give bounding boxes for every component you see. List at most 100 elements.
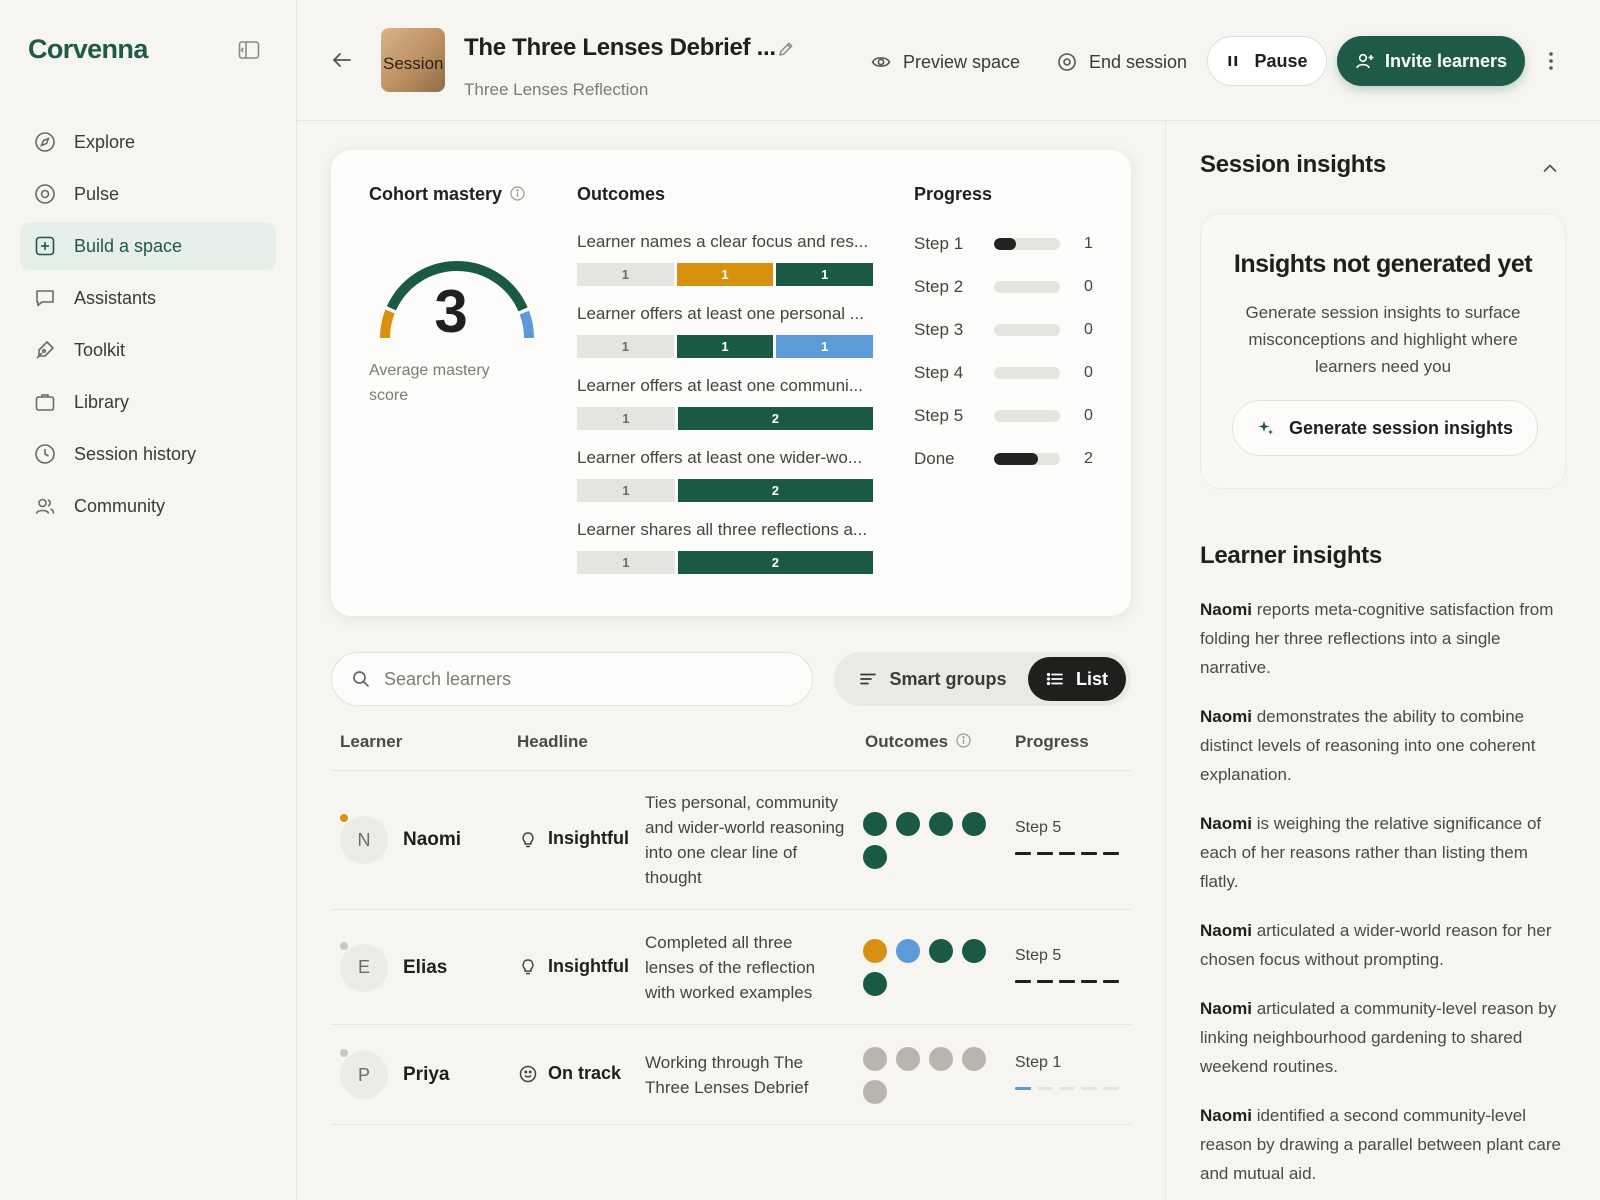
- learner-insights-title: Learner insights: [1200, 542, 1382, 569]
- info-icon[interactable]: [510, 186, 525, 201]
- progress-heading: Progress: [914, 184, 993, 204]
- sidebar-item-toolkit[interactable]: Toolkit: [20, 326, 276, 374]
- mastery-score-value: 3: [434, 278, 468, 345]
- outcome-dot: [896, 811, 920, 836]
- sidebar-item-session-history[interactable]: Session history: [20, 430, 276, 478]
- smart-groups-label: Smart groups: [889, 668, 1007, 689]
- search-input[interactable]: [384, 668, 764, 690]
- cohort-summary-card: Cohort mastery 3 Average mastery score O…: [331, 150, 1131, 616]
- outcome-bar[interactable]: 111: [577, 263, 874, 286]
- progress-step-count: 1: [1084, 235, 1093, 252]
- learner-insight-text: articulated a wider-world reason for her…: [1200, 921, 1552, 969]
- headline-badge: Insightful: [518, 828, 629, 849]
- step-dash: [1015, 979, 1031, 983]
- pause-button[interactable]: Pause: [1207, 36, 1327, 86]
- outcome-dot: [863, 939, 887, 963]
- avatar[interactable]: P: [340, 1051, 388, 1099]
- learner-insight-name[interactable]: Naomi: [1200, 814, 1252, 833]
- avatar[interactable]: E: [340, 943, 388, 992]
- pause-icon: [1226, 54, 1240, 68]
- outcome-dots: [863, 939, 993, 996]
- progress-track: [994, 367, 1060, 379]
- outcome-dot: [863, 1079, 887, 1104]
- learner-insight-name[interactable]: Naomi: [1200, 600, 1252, 619]
- back-arrow-icon[interactable]: [331, 50, 353, 70]
- chevron-up-icon[interactable]: [1541, 159, 1559, 177]
- invite-learners-label: Invite learners: [1384, 50, 1508, 71]
- list-view-button[interactable]: List: [1028, 657, 1126, 701]
- sidebar-item-label: Session history: [74, 443, 197, 464]
- sidebar-item-library[interactable]: Library: [20, 378, 276, 426]
- learner-insight-name[interactable]: Naomi: [1200, 707, 1252, 726]
- outcome-dot: [896, 939, 920, 963]
- learner-insight-item: Naomi reports meta-cognitive satisfactio…: [1200, 595, 1570, 682]
- avatar[interactable]: N: [340, 816, 388, 864]
- learner-insight-text: is weighing the relative significance of…: [1200, 814, 1542, 891]
- preview-space-label: Preview space: [903, 51, 1021, 72]
- sidebar-item-label: Assistants: [74, 287, 157, 308]
- sidebar-item-pulse[interactable]: Pulse: [20, 170, 276, 218]
- step-progress-dashes: [1015, 852, 1119, 855]
- outcome-dot: [962, 939, 986, 963]
- status-dot: [340, 814, 348, 822]
- learner-name[interactable]: Elias: [403, 957, 447, 979]
- column-header-learner[interactable]: Learner: [340, 732, 402, 752]
- generate-insights-button[interactable]: Generate session insights: [1232, 400, 1538, 456]
- headline-badge-label: On track: [548, 1063, 622, 1083]
- cohort-mastery-heading: Cohort mastery: [369, 184, 525, 205]
- table-row[interactable]: N Naomi Insightful Ties personal, community…: [331, 770, 1131, 910]
- column-header-progress[interactable]: Progress: [1015, 732, 1089, 752]
- more-options-icon[interactable]: [1541, 50, 1561, 72]
- learner-insight-text: identified a second community-level reas…: [1200, 1106, 1562, 1183]
- outcome-label: Learner shares all three reflections a..…: [577, 520, 868, 539]
- column-header-headline[interactable]: Headline: [517, 732, 588, 752]
- learner-name[interactable]: Naomi: [403, 829, 461, 851]
- column-header-outcomes[interactable]: Outcomes: [865, 732, 971, 752]
- sidebar-item-explore[interactable]: Explore: [20, 118, 276, 166]
- smart-groups-button[interactable]: Smart groups: [848, 657, 1018, 701]
- outcome-item: Learner offers at least one wider-wo... 1…: [577, 448, 873, 502]
- info-icon[interactable]: [956, 733, 971, 748]
- table-row[interactable]: E Elias Insightful Completed all three lens…: [331, 910, 1131, 1025]
- outcome-item: Learner names a clear focus and res... 1 1…: [577, 232, 874, 286]
- progress-step-count: 2: [1084, 450, 1093, 467]
- sidebar-item-label: Toolkit: [74, 339, 126, 360]
- end-session-button[interactable]: End session: [1057, 48, 1187, 76]
- generate-insights-label: Generate session insights: [1288, 417, 1514, 438]
- learner-insight-name[interactable]: Naomi: [1200, 999, 1252, 1018]
- outcome-dot: [962, 1046, 986, 1071]
- learner-insight-name[interactable]: Naomi: [1200, 1106, 1252, 1125]
- sidebar-item-build-a-space[interactable]: Build a space: [20, 222, 276, 270]
- learner-insight-text: articulated a community-level reason by …: [1200, 999, 1557, 1076]
- insights-empty-card: Insights not generated yet Generate sess…: [1200, 213, 1566, 489]
- preview-space-button[interactable]: Preview space: [871, 48, 1020, 76]
- progress-row: Step 4 0: [914, 361, 1094, 385]
- outcome-bar[interactable]: 12: [577, 407, 873, 430]
- sparkle-icon: [1257, 419, 1275, 437]
- table-row[interactable]: P Priya On track Working through The Three …: [331, 1025, 1131, 1125]
- step-dash: [1059, 1087, 1075, 1090]
- outcome-bar[interactable]: 12: [577, 551, 873, 574]
- outcome-bar[interactable]: 111: [577, 335, 874, 358]
- outcome-dot: [962, 811, 986, 836]
- invite-learners-button[interactable]: Invite learners: [1337, 36, 1525, 86]
- outcome-bar-segment: 1: [577, 551, 675, 574]
- lightbulb-icon: [518, 956, 538, 976]
- outcome-bar[interactable]: 12: [577, 479, 873, 502]
- outcome-bar-segment: 1: [577, 335, 674, 358]
- sidebar-item-assistants[interactable]: Assistants: [20, 274, 276, 322]
- headline-description: Working through The Three Lenses Debrief: [645, 1053, 809, 1097]
- sidebar-item-community[interactable]: Community: [20, 482, 276, 530]
- sidebar-toggle-icon[interactable]: [238, 40, 260, 60]
- pencil-icon[interactable]: [777, 40, 795, 58]
- app-logo[interactable]: Corvenna: [28, 34, 148, 65]
- progress-step-label: Step 3: [914, 320, 964, 339]
- learner-name[interactable]: Priya: [403, 1064, 449, 1086]
- insights-panel: Session insights Insights not generated …: [1165, 121, 1600, 1200]
- step-dash: [1103, 852, 1119, 855]
- step-dash: [1015, 852, 1031, 855]
- step-dash: [1081, 979, 1097, 983]
- headline-badge: On track: [518, 1063, 621, 1084]
- learner-insight-name[interactable]: Naomi: [1200, 921, 1252, 940]
- progress-track: [994, 238, 1060, 250]
